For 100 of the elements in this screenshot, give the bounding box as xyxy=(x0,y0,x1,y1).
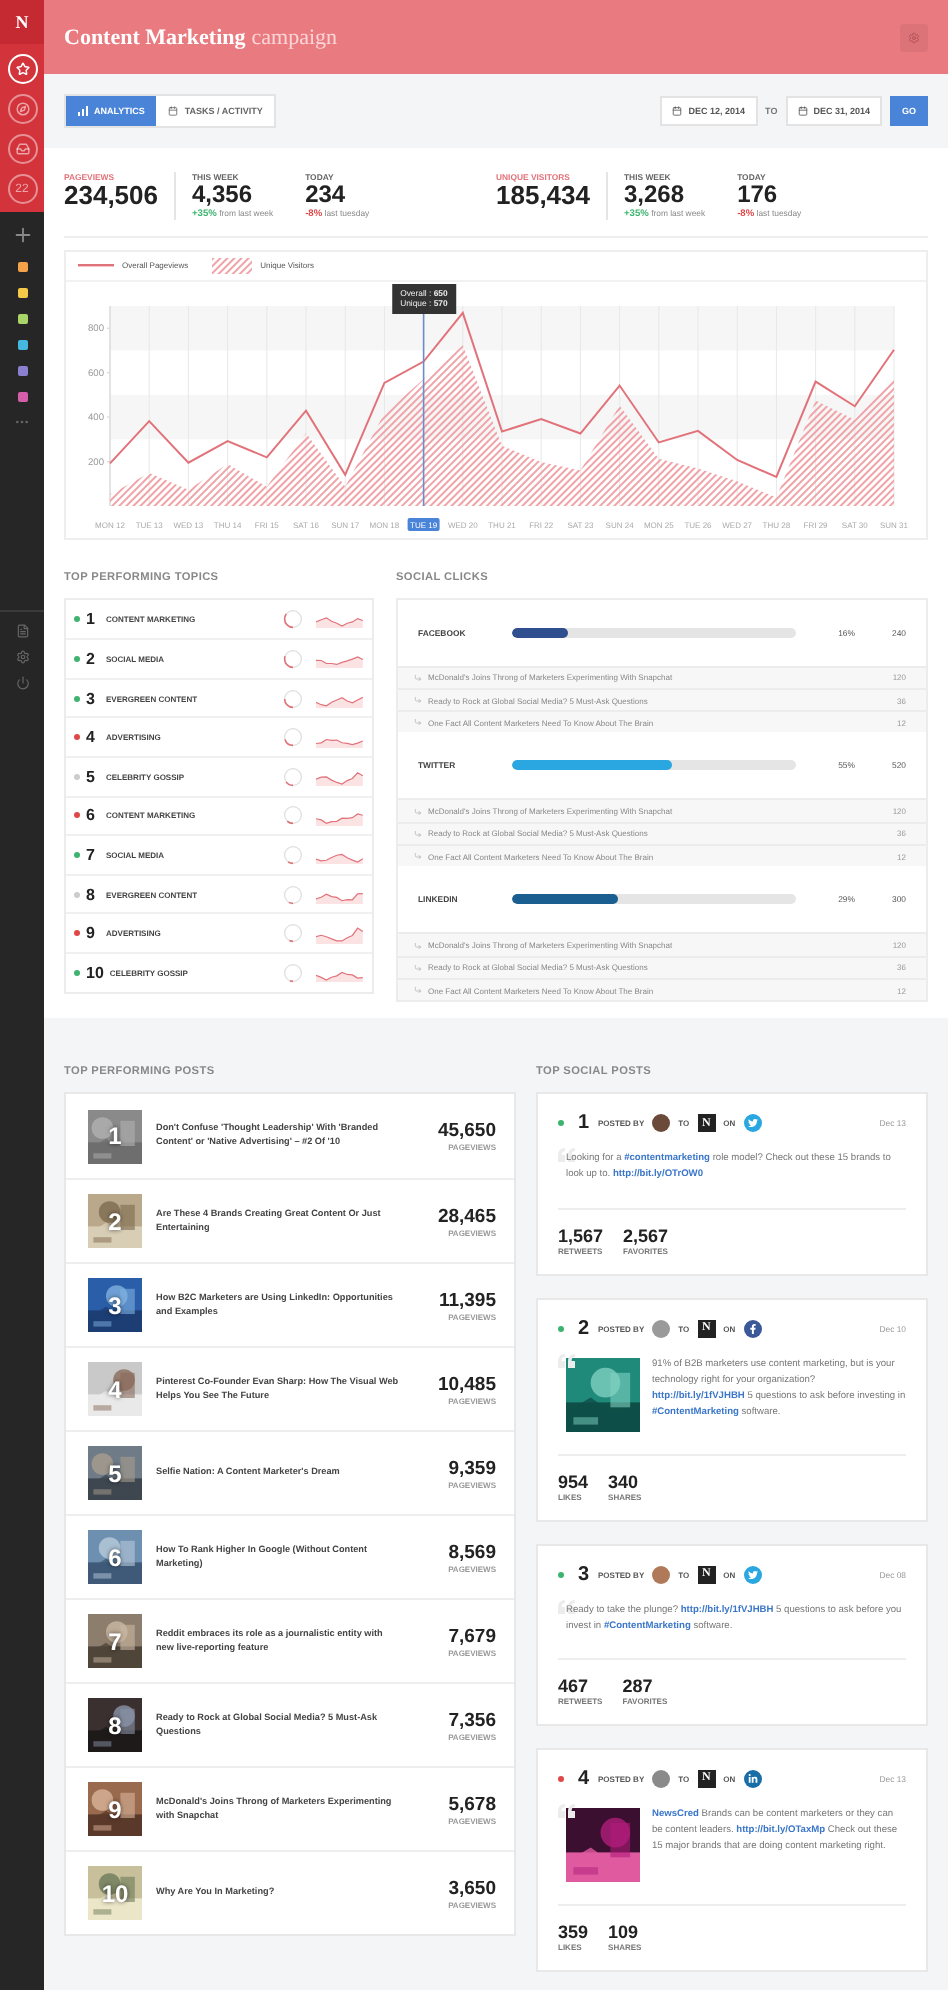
stat-value: 954 xyxy=(558,1471,589,1492)
ring-icon xyxy=(282,607,304,630)
sparkline xyxy=(316,923,364,944)
bird-icon xyxy=(743,1114,762,1133)
ring-icon xyxy=(282,843,304,866)
nav-button[interactable] xyxy=(7,134,37,164)
pageview-count: 45,650 xyxy=(437,1120,496,1143)
pageview-count: 5,678 xyxy=(448,1793,496,1816)
stat-value: 359 xyxy=(558,1921,589,1942)
ring-icon xyxy=(282,804,304,827)
rank-number: 4 xyxy=(578,1767,590,1790)
settings-icon[interactable] xyxy=(15,650,29,664)
stat-value: 3,268 xyxy=(624,182,687,208)
stat-value: 1,567 xyxy=(558,1225,604,1246)
stat-value: 340 xyxy=(608,1471,641,1492)
quote-icon xyxy=(558,1803,576,1818)
rank-number: 9 xyxy=(108,1797,122,1822)
ring-icon xyxy=(282,765,304,788)
avatar xyxy=(652,1769,671,1788)
linkedin-icon xyxy=(743,1769,762,1788)
rank-number: 3 xyxy=(86,689,97,708)
avatar xyxy=(652,1114,671,1133)
nav-button[interactable] xyxy=(7,54,37,84)
quote-icon xyxy=(558,1353,576,1368)
inbox-icon xyxy=(15,142,29,156)
bar-chart-icon xyxy=(78,106,88,116)
stat-value: 176 xyxy=(737,182,780,208)
stat-value: 234,506 xyxy=(64,182,158,210)
ring-icon xyxy=(282,687,304,710)
compass-icon xyxy=(15,102,29,116)
reply-arrow-icon xyxy=(414,718,422,727)
project-color[interactable] xyxy=(17,314,27,324)
rank-number: 8 xyxy=(86,885,97,904)
rank-number: 7 xyxy=(86,845,97,864)
reply-arrow-icon xyxy=(414,673,422,682)
avatar xyxy=(652,1319,671,1338)
stat-value: 2,567 xyxy=(623,1225,669,1246)
rank-number: 2 xyxy=(578,1317,590,1340)
calendar-icon xyxy=(672,106,683,116)
rank-number: 4 xyxy=(108,1377,122,1402)
reply-arrow-icon xyxy=(414,986,422,995)
power-icon[interactable] xyxy=(15,676,29,690)
stat-value: 234 xyxy=(305,182,348,208)
project-color[interactable] xyxy=(17,392,27,402)
stat-value: 287 xyxy=(622,1675,655,1696)
pageview-count: 28,465 xyxy=(437,1205,496,1228)
reply-arrow-icon xyxy=(414,963,422,972)
reply-arrow-icon xyxy=(414,941,422,950)
rank-number: 3 xyxy=(108,1293,122,1318)
rank-number: 1 xyxy=(86,609,97,628)
project-color[interactable] xyxy=(17,288,27,298)
nav-button[interactable] xyxy=(7,94,37,124)
pageview-count: 3,650 xyxy=(448,1877,496,1900)
stat-value: 109 xyxy=(608,1921,641,1942)
ring-icon xyxy=(282,961,304,984)
rank-number: 1 xyxy=(108,1124,122,1149)
pageview-count: 7,679 xyxy=(448,1625,496,1648)
pageview-count: 11,395 xyxy=(438,1289,496,1312)
project-color[interactable] xyxy=(17,262,27,272)
reply-arrow-icon xyxy=(414,696,422,705)
pageview-count: 9,359 xyxy=(448,1457,496,1480)
settings-icon xyxy=(908,31,920,43)
rank-number: 6 xyxy=(108,1545,122,1570)
calendar-icon xyxy=(168,106,179,116)
rank-number: 9 xyxy=(86,924,97,943)
project-color[interactable] xyxy=(17,340,27,350)
rank-number: 8 xyxy=(108,1713,122,1738)
rank-number: 2 xyxy=(108,1209,122,1234)
reply-arrow-icon xyxy=(414,829,422,838)
rank-number: 3 xyxy=(578,1563,590,1586)
project-color[interactable] xyxy=(17,366,27,376)
add-icon[interactable] xyxy=(11,224,33,246)
rank-number: 1 xyxy=(578,1112,590,1135)
pageview-count: 8,569 xyxy=(448,1541,496,1564)
ring-icon xyxy=(282,883,304,906)
rank-number: 2 xyxy=(86,649,97,668)
facebook-icon xyxy=(743,1319,762,1338)
stat-value: 185,434 xyxy=(496,182,590,210)
reply-arrow-icon xyxy=(414,852,422,861)
avatar xyxy=(652,1565,671,1584)
pageview-count: 7,356 xyxy=(448,1709,496,1732)
page-title: Content Marketing campaign xyxy=(64,25,338,49)
rank-number: 5 xyxy=(86,767,97,786)
stat-value: 4,356 xyxy=(192,182,255,208)
calendar-icon xyxy=(797,106,808,116)
document-icon[interactable] xyxy=(15,624,29,638)
stat-value: 467 xyxy=(558,1675,591,1696)
sparkline xyxy=(316,766,364,787)
ring-icon xyxy=(282,647,304,670)
ring-icon xyxy=(282,922,304,945)
rank-number: 5 xyxy=(108,1461,122,1486)
bird-icon xyxy=(743,1565,762,1584)
rank-number: 6 xyxy=(86,806,97,825)
ring-icon xyxy=(282,726,304,749)
star-icon xyxy=(15,62,29,76)
pageview-count: 10,485 xyxy=(437,1373,496,1396)
logo[interactable]: N xyxy=(0,0,44,44)
reply-arrow-icon xyxy=(414,807,422,816)
rank-number: 10 xyxy=(86,963,104,982)
rank-number: 4 xyxy=(86,728,97,747)
